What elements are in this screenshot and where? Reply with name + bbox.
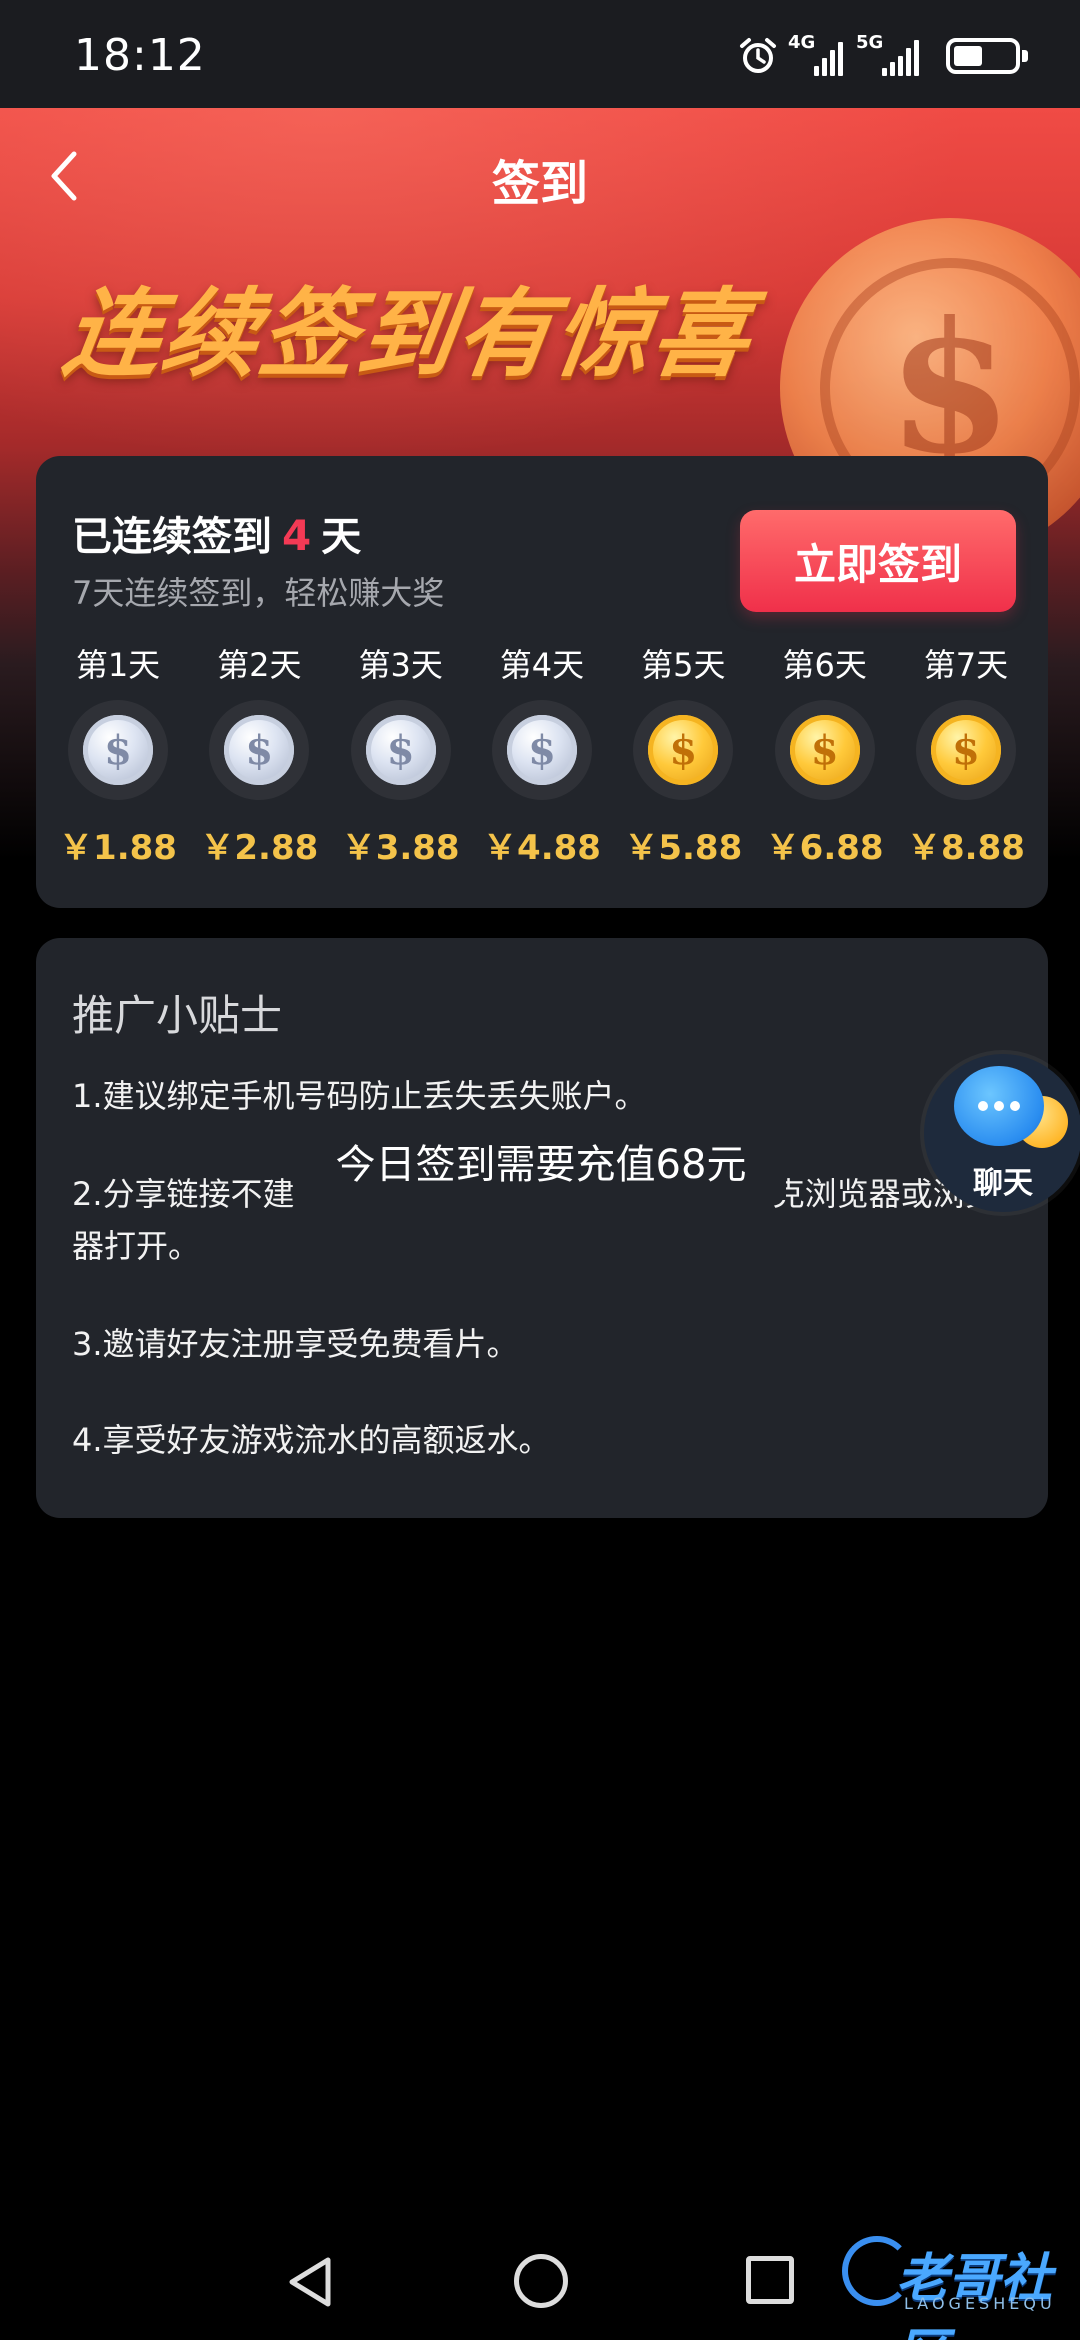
nav-recent-icon[interactable] [746, 2256, 794, 2304]
day-item: 第7天 $ ￥8.88 [896, 644, 1036, 869]
day-item: 第2天 $ ￥2.88 [189, 644, 329, 869]
tip-item: 3.邀请好友注册享受免费看片。 [72, 1325, 519, 1363]
tip-item: 1.建议绑定手机号码防止丢失丢失账户。 [72, 1077, 647, 1115]
day-label: 第5天 [641, 646, 726, 684]
gold-coin-icon: $ [789, 715, 860, 785]
signal-4g-icon: 4G [788, 32, 846, 76]
day-label: 第4天 [499, 646, 585, 684]
chat-bubble-icon [954, 1066, 1044, 1146]
day-item: 第5天 $ ￥5.88 [613, 644, 753, 869]
day-amount: ￥2.88 [200, 828, 319, 868]
day-label: 第3天 [358, 646, 443, 684]
tips-title: 推广小贴士 [72, 991, 283, 1040]
silver-coin-icon: $ [224, 715, 295, 785]
day-list: 第1天 $ ￥1.88 第2天 $ ￥2.88 第3天 $ ￥3.88 第4天 … [48, 644, 1036, 869]
page-title: 签到 [491, 156, 588, 212]
chat-float-button[interactable]: 聊天 [924, 1054, 1080, 1212]
tips-card: 推广小贴士 1.建议绑定手机号码防止丢失丢失账户。 2.分享链接不建 克浏览器或… [36, 938, 1048, 1518]
day-item: 第4天 $ ￥4.88 [472, 644, 612, 869]
streak-suffix: 天 [321, 514, 362, 560]
day-label: 第6天 [782, 646, 867, 684]
day-amount: ￥4.88 [483, 828, 601, 868]
signal-5g-icon: 5G [856, 32, 922, 76]
battery-icon [946, 38, 1028, 74]
signin-button[interactable]: 立即签到 [740, 510, 1016, 612]
status-icons: 4G 5G [738, 32, 1028, 78]
streak-subtitle: 7天连续签到，轻松赚大奖 [72, 574, 445, 612]
status-bar: 18:12 4G 5G [0, 0, 1080, 108]
status-time: 18:12 [74, 30, 206, 81]
day-amount: ￥5.88 [624, 828, 743, 868]
nav-home-icon[interactable] [514, 2254, 568, 2308]
toast-message: 今日签到需要充值68元 [296, 1130, 786, 1200]
watermark-text: 老哥社区 [896, 2249, 1053, 2340]
day-item: 第6天 $ ￥6.88 [755, 644, 895, 869]
day-amount: ￥1.88 [59, 828, 177, 868]
streak-days: 4 [282, 511, 312, 560]
gold-coin-icon: $ [930, 715, 1001, 785]
day-label: 第2天 [217, 646, 302, 684]
day-amount: ￥6.88 [765, 828, 884, 868]
watermark-logo: 老哥社区 LAOGESHEQU [838, 2222, 1080, 2340]
signin-card: 已连续签到 4 天 7天连续签到，轻松赚大奖 立即签到 第1天 $ ￥1.88 … [36, 456, 1048, 908]
day-amount: ￥3.88 [341, 828, 460, 868]
day-label: 第7天 [923, 646, 1009, 684]
day-item: 第3天 $ ￥3.88 [331, 644, 471, 869]
day-label: 第1天 [75, 646, 161, 684]
streak-prefix: 已连续签到 [72, 514, 272, 560]
nav-back-icon[interactable] [282, 2254, 338, 2310]
banner-title: 连续签到有惊喜 [56, 278, 759, 390]
chat-label: 聊天 [973, 1166, 1033, 1201]
tip-item: 4.享受好友游戏流水的高额返水。 [72, 1421, 551, 1459]
silver-coin-icon: $ [365, 715, 436, 785]
gold-coin-icon: $ [648, 715, 719, 785]
day-item: 第1天 $ ￥1.88 [48, 644, 188, 869]
watermark-sub: LAOGESHEQU [904, 2294, 1056, 2313]
silver-coin-icon: $ [506, 715, 577, 785]
silver-coin-icon: $ [83, 715, 153, 785]
alarm-icon [740, 38, 776, 73]
streak-status: 已连续签到 4 天 [72, 504, 361, 562]
day-amount: ￥8.88 [907, 828, 1025, 868]
